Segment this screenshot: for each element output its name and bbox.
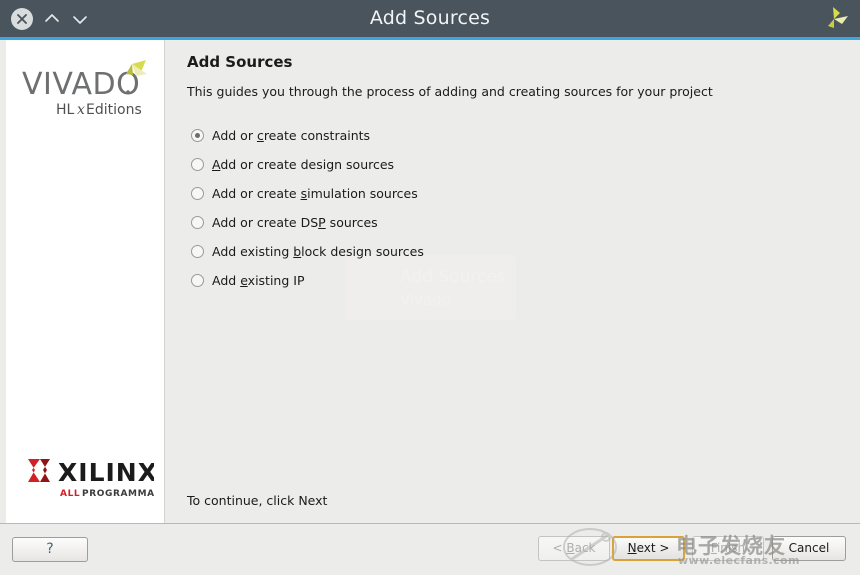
label-before: Add or create	[212, 186, 301, 201]
back-label-before: <	[552, 541, 567, 555]
radio-indicator-block-design[interactable]	[191, 245, 204, 258]
window-title: Add Sources	[369, 7, 491, 29]
label-after: sources	[325, 215, 378, 230]
xilinx-pinwheel-icon	[818, 4, 850, 34]
radio-option-constraints[interactable]: Add or create constraints	[191, 121, 611, 150]
add-sources-dialog: Add Sources VIVADO HL x Editions XILINX …	[0, 0, 860, 575]
label-mnemonic: P	[318, 215, 326, 230]
finish-label-after: inish	[716, 541, 746, 555]
continue-hint: To continue, click Next	[187, 493, 328, 508]
label-before: Add or create DS	[212, 215, 319, 230]
radio-option-dsp[interactable]: Add or create DSP sources	[191, 208, 611, 237]
main-content: Add Sources This guides you through the …	[166, 40, 860, 523]
xilinx-logo: XILINX ALL PROGRAMMABLE.	[22, 455, 179, 501]
next-label-mnemonic: N	[627, 541, 637, 555]
next-label-after: ext >	[636, 541, 670, 555]
help-button[interactable]: ?	[12, 537, 88, 562]
radio-label-constraints: Add or create constraints	[212, 128, 370, 143]
radio-option-design[interactable]: Add or create design sources	[191, 150, 611, 179]
radio-label-design: Add or create design sources	[212, 157, 394, 172]
radio-label-existing-ip: Add existing IP	[212, 273, 304, 288]
svg-text:PROGRAMMABLE.: PROGRAMMABLE.	[82, 489, 154, 499]
radio-indicator-dsp[interactable]	[191, 216, 204, 229]
page-title: Add Sources	[187, 53, 293, 71]
label-mnemonic: c	[256, 128, 264, 143]
svg-text:ALL: ALL	[60, 489, 80, 499]
cancel-button[interactable]: Cancel	[772, 536, 846, 561]
label-after: imulation sources	[307, 186, 418, 201]
radio-label-dsp: Add or create DSP sources	[212, 215, 378, 230]
radio-option-existing-ip[interactable]: Add existing IP	[191, 266, 611, 295]
radio-indicator-constraints[interactable]	[191, 129, 204, 142]
label-after: reate constraints	[263, 128, 371, 143]
svg-text:HL: HL	[56, 102, 75, 118]
source-type-radio-group[interactable]: Add or create constraints Add or create d…	[191, 121, 611, 295]
svg-text:x: x	[77, 102, 85, 118]
svg-text:VIVADO: VIVADO	[22, 67, 140, 102]
radio-option-block-design[interactable]: Add existing block design sources	[191, 237, 611, 266]
back-button[interactable]: < Back	[538, 536, 610, 561]
branding-sidebar: VIVADO HL x Editions XILINX ALL PROGRAMM…	[6, 40, 179, 523]
page-description: This guides you through the process of a…	[187, 84, 713, 99]
radio-indicator-existing-ip[interactable]	[191, 274, 204, 287]
back-label-mnemonic: B	[566, 541, 575, 555]
label-mnemonic: b	[293, 244, 302, 259]
radio-label-simulation: Add or create simulation sources	[212, 186, 418, 201]
dialog-body: VIVADO HL x Editions XILINX ALL PROGRAMM…	[0, 40, 860, 523]
radio-indicator-simulation[interactable]	[191, 187, 204, 200]
label-before: Add or	[212, 128, 257, 143]
radio-indicator-design[interactable]	[191, 158, 204, 171]
label-after: xisting IP	[247, 273, 305, 288]
label-after: lock design sources	[301, 244, 424, 259]
button-bar: ? < Back Next > Finish Cancel	[0, 524, 860, 575]
finish-button[interactable]: Finish	[692, 536, 764, 561]
label-mnemonic: e	[240, 273, 248, 288]
label-before: Add	[212, 273, 241, 288]
radio-option-simulation[interactable]: Add or create simulation sources	[191, 179, 611, 208]
radio-label-block-design: Add existing block design sources	[212, 244, 424, 259]
label-after: dd or create design sources	[220, 157, 395, 172]
svg-text:XILINX: XILINX	[58, 458, 154, 487]
vivado-logo: VIVADO HL x Editions	[20, 58, 155, 120]
title-bar: Add Sources	[0, 0, 860, 37]
next-button[interactable]: Next >	[612, 536, 685, 561]
label-before: Add existing	[212, 244, 294, 259]
svg-text:Editions: Editions	[86, 102, 142, 118]
back-label-after: ack	[574, 541, 596, 555]
